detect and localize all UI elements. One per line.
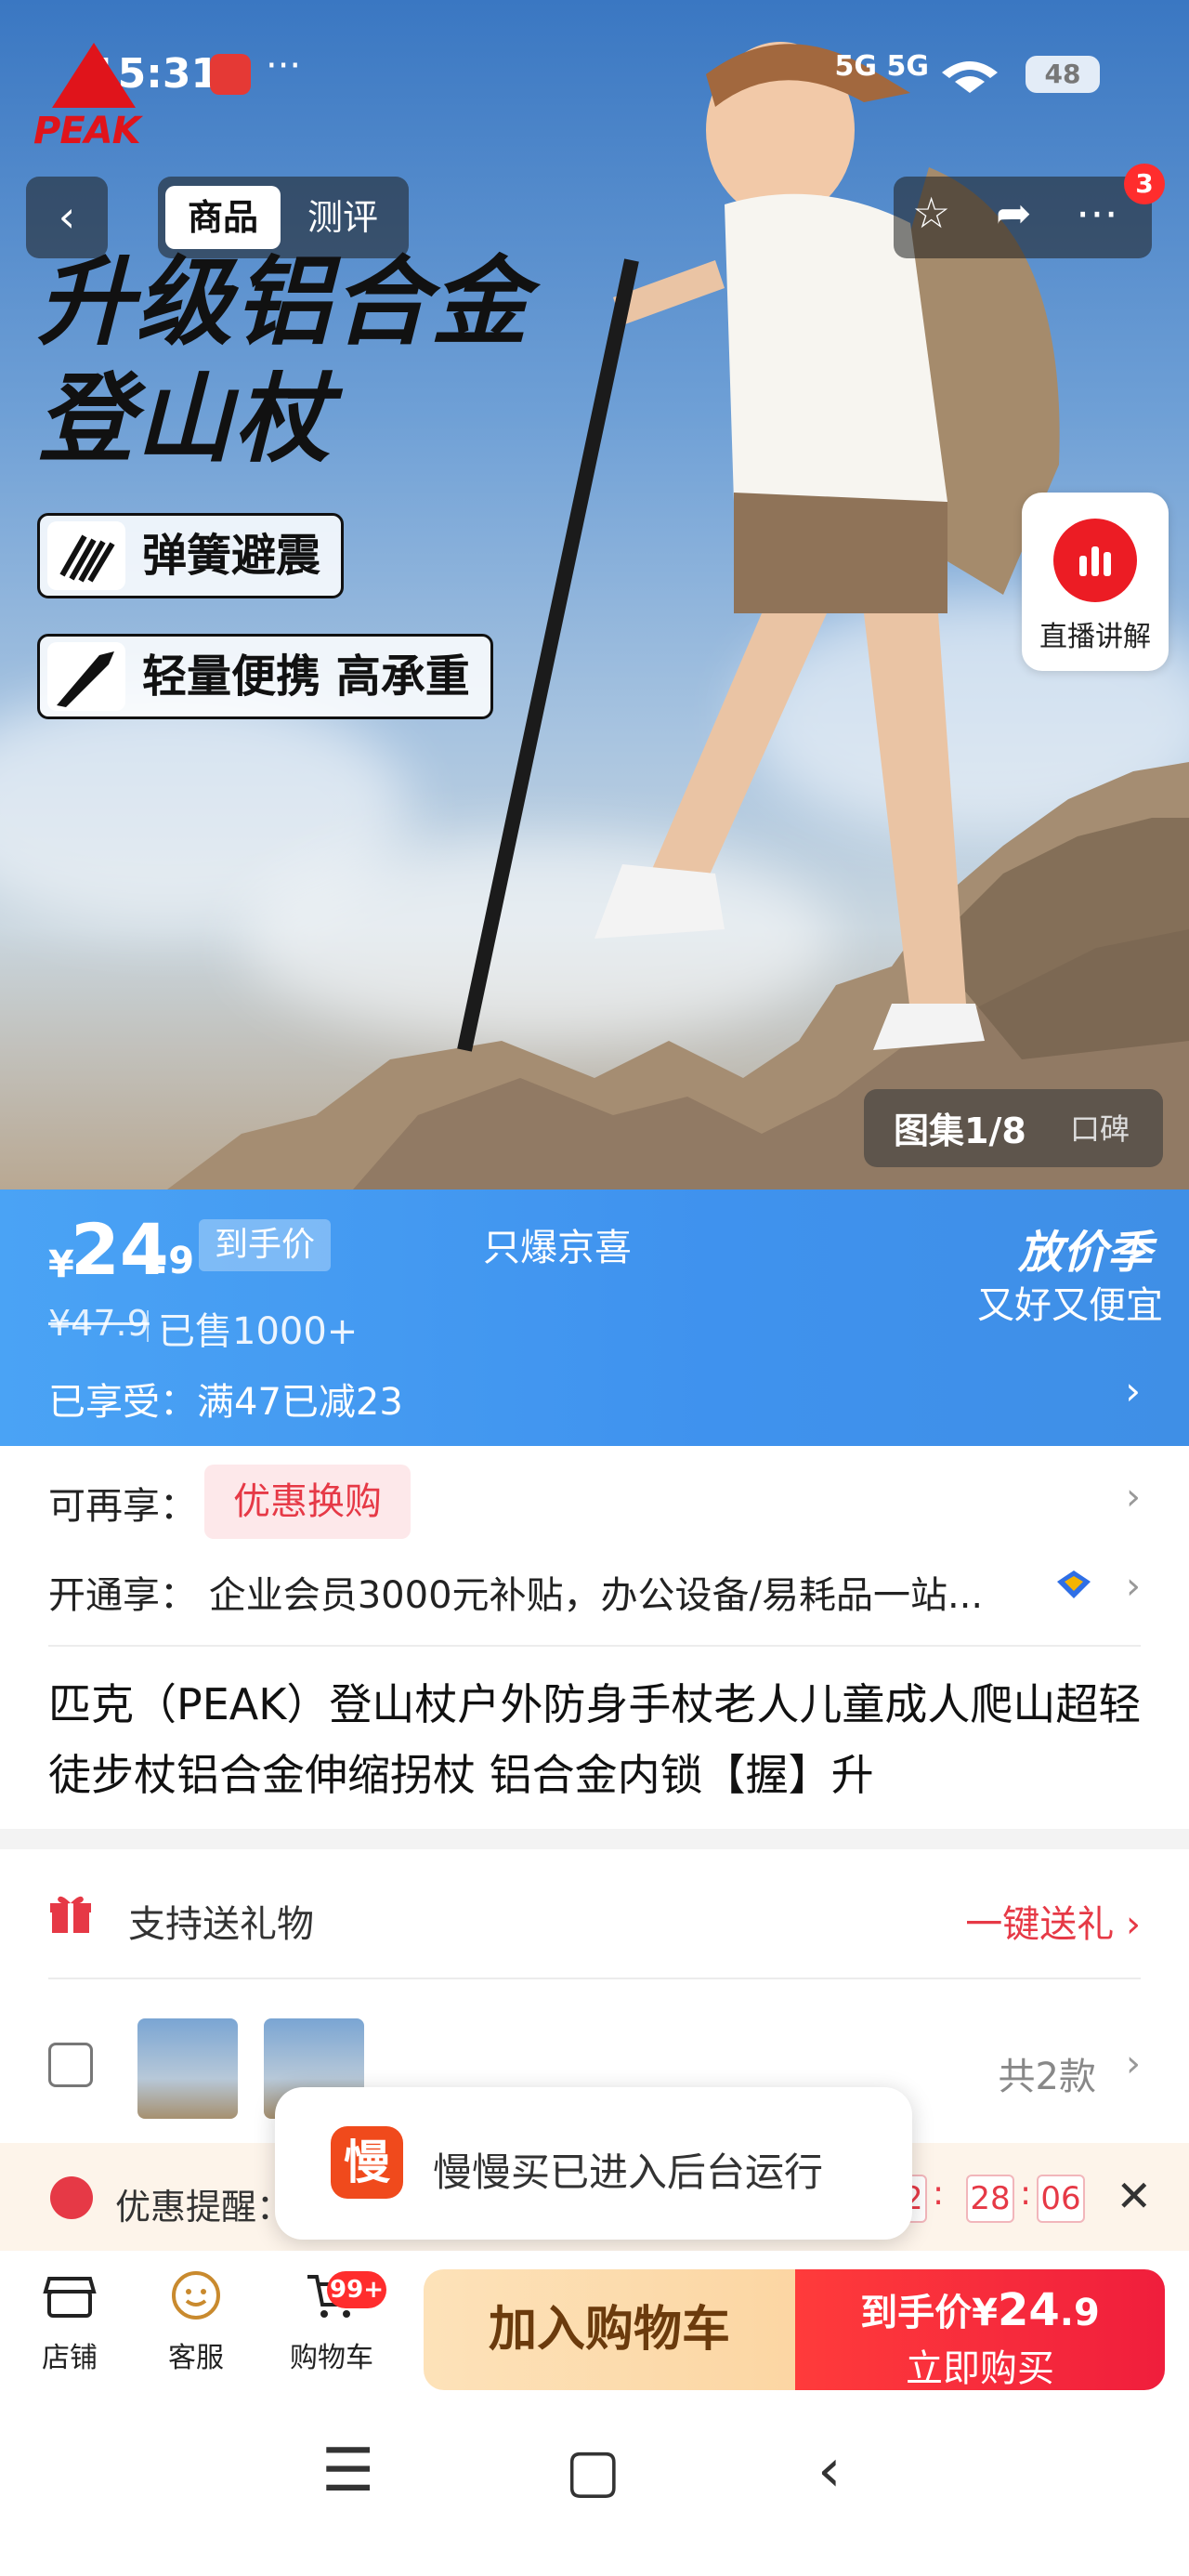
buy-price-integer: 24 [998,2284,1060,2336]
buy-price-prefix: 到手价 [860,2292,973,2334]
battery-indicator: 48 [1026,56,1100,93]
add-to-cart-button[interactable]: 加入购物车 [424,2269,795,2390]
status-more-icon: ··· [266,45,302,87]
season-subtitle: 又好又便宜 [977,1284,1163,1327]
countdown-separator: : [1020,2175,1032,2213]
brand-logo: PEAK [33,43,154,152]
app-icon: 慢 [331,2126,403,2199]
clock-icon [50,2176,93,2219]
home-icon[interactable]: ▢ [565,2437,621,2505]
extra-offer-row[interactable]: 可再享： 优惠换购 › [48,1465,1141,1539]
member-offer-row[interactable]: 开通享： 企业会员3000元补贴，办公设备/易耗品一站... › [48,1565,1141,1621]
system-navigation-bar: ☰ ▢ ‹ [0,2390,1189,2576]
exchange-coupon-chip[interactable]: 优惠换购 [204,1465,411,1539]
wifi-icon [942,61,998,93]
divider [48,1645,1141,1647]
original-price: ¥47.9 [48,1303,150,1344]
buy-price-decimal: .9 [1059,2292,1100,2334]
feature-badge-spring: 弹簧避震 [37,513,345,598]
tab-review[interactable]: 测评 [284,186,401,249]
buy-now-button[interactable]: 到手价¥24.9 立即购买 [795,2269,1165,2390]
product-title[interactable]: 匹克（PEAK）登山杖户外防身手杖老人儿童成人爬山超轻徒步杖铝合金伸缩拐杖 铝合… [48,1669,1154,1810]
tab-product[interactable]: 商品 [165,186,281,249]
applied-promotion[interactable]: 已享受：满47已减23 [48,1372,403,1426]
reviews-tab[interactable]: 口碑 [1070,1106,1130,1149]
hero-title-line1: 升级铝合金 [37,245,530,359]
price-decimal: .9 [154,1240,195,1282]
customer-service-icon [172,2271,220,2320]
favorite-star-icon[interactable]: ☆ [912,188,950,238]
hero-headline: 升级铝合金 登山杖 [37,243,529,478]
sold-count: 已售1000+ [146,1301,358,1355]
product-hero-image[interactable]: 15:31 ··· 5G 5G 48 PEAK ‹ 商品 测评 ☆ ➦ ⋯ 3 … [0,0,1189,1189]
more-menu-icon[interactable]: ⋯ [1076,188,1118,238]
shop-label: 店铺 [42,2342,98,2374]
send-gift-link[interactable]: 一键送礼 › [965,1894,1141,1948]
share-icon[interactable]: ➦ [996,188,1032,238]
brand-logo-mark [52,43,136,108]
bottom-action-bar: 店铺 客服 购物车 99+ 加入购物车 到手价¥24.9 立即购买 [0,2251,1189,2390]
section-gap [0,1829,1189,1849]
notification-app-icon [210,54,251,95]
cart-label: 购物车 [290,2342,373,2374]
feature-label: 轻量便携 高承重 [142,651,470,703]
enterprise-diamond-icon [1053,1567,1094,1604]
buy-now-label: 立即购买 [906,2347,1054,2390]
style-count[interactable]: 共2款 [999,2046,1096,2100]
exclusive-label: 只爆京喜 [483,1227,632,1269]
member-offer-text: 企业会员3000元补贴，办公设备/易耗品一站... [208,1574,984,1617]
top-actions: ☆ ➦ ⋯ 3 [894,164,1165,258]
gift-support-label: 支持送礼物 [128,1903,314,1946]
customer-service-button[interactable]: 客服 [145,2267,247,2375]
status-bar: 15:31 ··· 5G 5G 48 [0,37,1189,112]
gallery-count: 图集1/8 [894,1111,1026,1151]
recent-apps-icon[interactable]: ☰ [321,2437,374,2505]
reminder-label: 优惠提醒： [115,2187,293,2228]
season-title: 放价季 [1017,1227,1152,1279]
brand-logo-text: PEAK [33,110,141,152]
feature-badge-lightweight: 轻量便携 高承重 [37,634,493,719]
hero-title-line2: 登山杖 [37,362,333,476]
cart-count-badge: 99+ [327,2271,386,2308]
final-price-tag: 到手价 [199,1219,331,1271]
countdown-seconds: 06 [1037,2175,1085,2223]
pole-icon [47,642,125,711]
gallery-indicator[interactable]: 图集1/8 口碑 [864,1089,1163,1167]
system-back-icon[interactable]: ‹ [817,2437,842,2505]
divider [48,1978,1141,1979]
countdown-minutes: 28 [966,2175,1014,2223]
close-icon[interactable]: ✕ [1116,2171,1152,2221]
style-select-icon [48,2043,93,2087]
live-explain-button[interactable]: 直播讲解 [1022,493,1169,671]
toast-message: 慢慢买已进入后台运行 [433,2149,824,2195]
chevron-right-icon[interactable]: › [1126,2043,1141,2085]
chevron-right-icon: › [1126,1565,1141,1608]
network-indicator: 5G 5G [834,50,929,83]
buy-price-line: 到手价¥24.9 [795,2282,1165,2336]
chevron-right-icon: › [1126,1476,1141,1518]
member-offer-label: 开通享： [48,1574,197,1617]
price-banner: ¥ 24 .9 到手价 只爆京喜 ¥47.9 已售1000+ 已享受：满47已减… [0,1189,1189,1446]
background-run-toast: 慢 慢慢买已进入后台运行 [275,2087,912,2240]
live-label: 直播讲解 [1039,621,1151,653]
live-icon [1053,519,1137,602]
countdown-separator: : [933,2175,945,2213]
send-gift-label: 一键送礼 [965,1903,1115,1946]
gift-icon [50,1896,91,1933]
shop-icon [43,2277,97,2318]
chevron-right-icon[interactable]: › [1125,1368,1141,1413]
message-badge: 3 [1124,164,1165,204]
feature-label: 弹簧避震 [142,530,321,582]
shop-button[interactable]: 店铺 [19,2267,121,2375]
customer-service-label: 客服 [168,2342,224,2374]
extra-offer-label: 可再享： [48,1485,197,1528]
spring-icon [47,521,125,590]
buy-price-currency: ¥ [972,2292,998,2334]
style-thumbnail[interactable] [137,2018,238,2119]
